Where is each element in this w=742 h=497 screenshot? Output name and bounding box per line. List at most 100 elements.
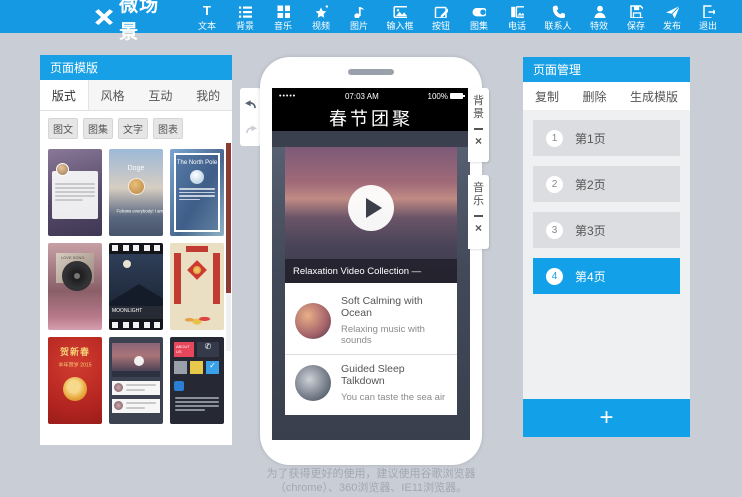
filter-image-text[interactable]: 图文: [48, 118, 78, 139]
template-metro-tiles[interactable]: ABOUT US ✆ ✓: [170, 337, 224, 424]
tool-effects[interactable]: 特效: [580, 2, 618, 32]
save-button[interactable]: 保存: [618, 2, 654, 32]
filter-text[interactable]: 文字: [118, 118, 148, 139]
doge-avatar: [128, 178, 145, 195]
page-number-badge: 1: [546, 130, 563, 147]
pages-panel-header: 页面管理: [523, 57, 690, 82]
vinyl-record: [62, 261, 92, 291]
undo-button[interactable]: [244, 98, 258, 112]
logo-x-icon: [94, 8, 114, 26]
picture-icon: [393, 4, 407, 18]
page-row-4-selected[interactable]: 4 第4页: [533, 258, 680, 294]
music-side-tab[interactable]: 音乐 ×: [468, 175, 489, 249]
playlist-item[interactable]: Guided Sleep Talkdown You can taste the …: [285, 354, 457, 411]
tab-style[interactable]: 风格: [89, 80, 137, 110]
save-icon: [629, 4, 643, 18]
page-number-badge: 4: [546, 268, 563, 285]
edit-pencil-icon: [434, 4, 448, 18]
playlist-card: Soft Calming with Ocean Relaxing music w…: [285, 283, 457, 415]
template-video-collection[interactable]: [109, 337, 163, 424]
signal-dots: •••••: [279, 93, 296, 100]
fu-medallion: [193, 266, 201, 274]
collapse-handle[interactable]: [474, 215, 483, 217]
background-side-tab[interactable]: 背景 ×: [468, 88, 489, 162]
tool-gallery[interactable]: 图集: [460, 2, 498, 32]
playlist-item[interactable]: Soft Calming with Ocean Relaxing music w…: [285, 287, 457, 354]
toolbar-actions: 保存 发布 退出: [618, 2, 726, 32]
person-icon: [592, 4, 606, 18]
toolbar-tools: T 文本 背景 音乐 视频: [188, 2, 618, 32]
template-doge[interactable]: Doge Fellows everybody! I am doge: [109, 149, 163, 236]
template-he-xin-chun[interactable]: 贺新春 羊年贺岁 2015: [48, 337, 102, 424]
tool-input-box[interactable]: 输入框: [378, 2, 422, 32]
filter-gallery[interactable]: 图集: [83, 118, 113, 139]
template-moonlight[interactable]: MOONLIGHT: [109, 243, 163, 330]
mini-play-icon: [134, 356, 144, 366]
status-time: 07:03 AM: [345, 92, 379, 101]
globe-icon: [190, 170, 204, 184]
page-number-badge: 2: [546, 176, 563, 193]
undo-redo-panel: [240, 88, 261, 146]
battery-icon: [450, 93, 463, 99]
browser-recommendation: 为了获得更好的使用，建议使用谷歌浏览器 （chrome）、360浏览器、IE11…: [0, 467, 742, 495]
play-button[interactable]: [348, 185, 394, 231]
tool-background[interactable]: 背景: [226, 2, 264, 32]
phone-handset-icon: [551, 4, 565, 18]
tool-contacts[interactable]: 联系人: [536, 2, 580, 32]
app-logo[interactable]: 微场景: [94, 0, 174, 44]
collapse-handle[interactable]: [474, 128, 483, 130]
video-block[interactable]: Relaxation Video Collection —: [285, 147, 457, 283]
close-icon[interactable]: ×: [475, 135, 482, 147]
phone-screen: ••••• 07:03 AM 100% 春节团聚 Relaxation Vide…: [272, 88, 470, 440]
tool-video[interactable]: 视频: [302, 2, 340, 32]
tool-button[interactable]: 按钮: [422, 2, 460, 32]
rocks-thumb: [295, 365, 331, 401]
tool-text[interactable]: T 文本: [188, 2, 226, 32]
page-row-1[interactable]: 1 第1页: [533, 120, 680, 156]
pages-actions: 复制 删除 生成模版: [523, 82, 690, 110]
template-filters: 图文 图集 文字 图表: [40, 111, 232, 143]
text-icon: T: [203, 4, 211, 17]
app-title: 微场景: [119, 0, 174, 44]
page-content: Relaxation Video Collection — Soft Calmi…: [272, 147, 470, 440]
delete-page-button[interactable]: 删除: [582, 88, 606, 105]
copy-page-button[interactable]: 复制: [535, 88, 559, 105]
tab-interactive[interactable]: 互动: [137, 80, 185, 110]
templates-tabs: 版式 风格 互动 我的: [40, 80, 232, 111]
redo-button[interactable]: [244, 123, 258, 137]
phone-preview: ••••• 07:03 AM 100% 春节团聚 Relaxation Vide…: [260, 57, 482, 465]
template-north-pole[interactable]: The North Pole: [170, 149, 224, 236]
toggle-icon: [472, 4, 486, 18]
status-bar: ••••• 07:03 AM 100%: [272, 88, 470, 104]
page-row-3[interactable]: 3 第3页: [533, 212, 680, 248]
exit-icon: [701, 4, 715, 18]
picture-frame-icon: [510, 4, 524, 18]
ocean-thumb: [295, 303, 331, 339]
template-purple-quote[interactable]: [48, 149, 102, 236]
moon-icon: [123, 260, 131, 268]
music-note-icon: [352, 4, 366, 18]
template-new-year-couplets[interactable]: [170, 243, 224, 330]
tab-mine[interactable]: 我的: [184, 80, 232, 110]
tool-phone-call[interactable]: 电话: [498, 2, 536, 32]
tab-layout[interactable]: 版式: [40, 80, 89, 110]
filter-chart[interactable]: 图表: [153, 118, 183, 139]
pages-list: 1 第1页 2 第2页 3 第3页 4 第4页: [523, 110, 690, 314]
add-page-button[interactable]: +: [523, 399, 690, 437]
tool-music[interactable]: 音乐: [264, 2, 302, 32]
page-title[interactable]: 春节团聚: [272, 104, 470, 131]
pages-panel: 页面管理 复制 删除 生成模版 1 第1页 2 第2页 3 第3页 4 第4页 …: [523, 57, 690, 437]
make-template-button[interactable]: 生成模版: [630, 88, 678, 105]
publish-button[interactable]: 发布: [654, 2, 690, 32]
page-row-2[interactable]: 2 第2页: [533, 166, 680, 202]
template-love-song[interactable]: LOVE SONG: [48, 243, 102, 330]
tool-image[interactable]: 图片: [340, 2, 378, 32]
battery-indicator: 100%: [428, 92, 463, 101]
templates-scrollbar: [226, 143, 231, 351]
star-icon: [314, 4, 328, 18]
page-number-badge: 3: [546, 222, 563, 239]
exit-button[interactable]: 退出: [690, 2, 726, 32]
templates-panel-header: 页面模版: [40, 55, 232, 80]
close-icon[interactable]: ×: [475, 222, 482, 234]
templates-scrollbar-thumb[interactable]: [226, 143, 231, 293]
